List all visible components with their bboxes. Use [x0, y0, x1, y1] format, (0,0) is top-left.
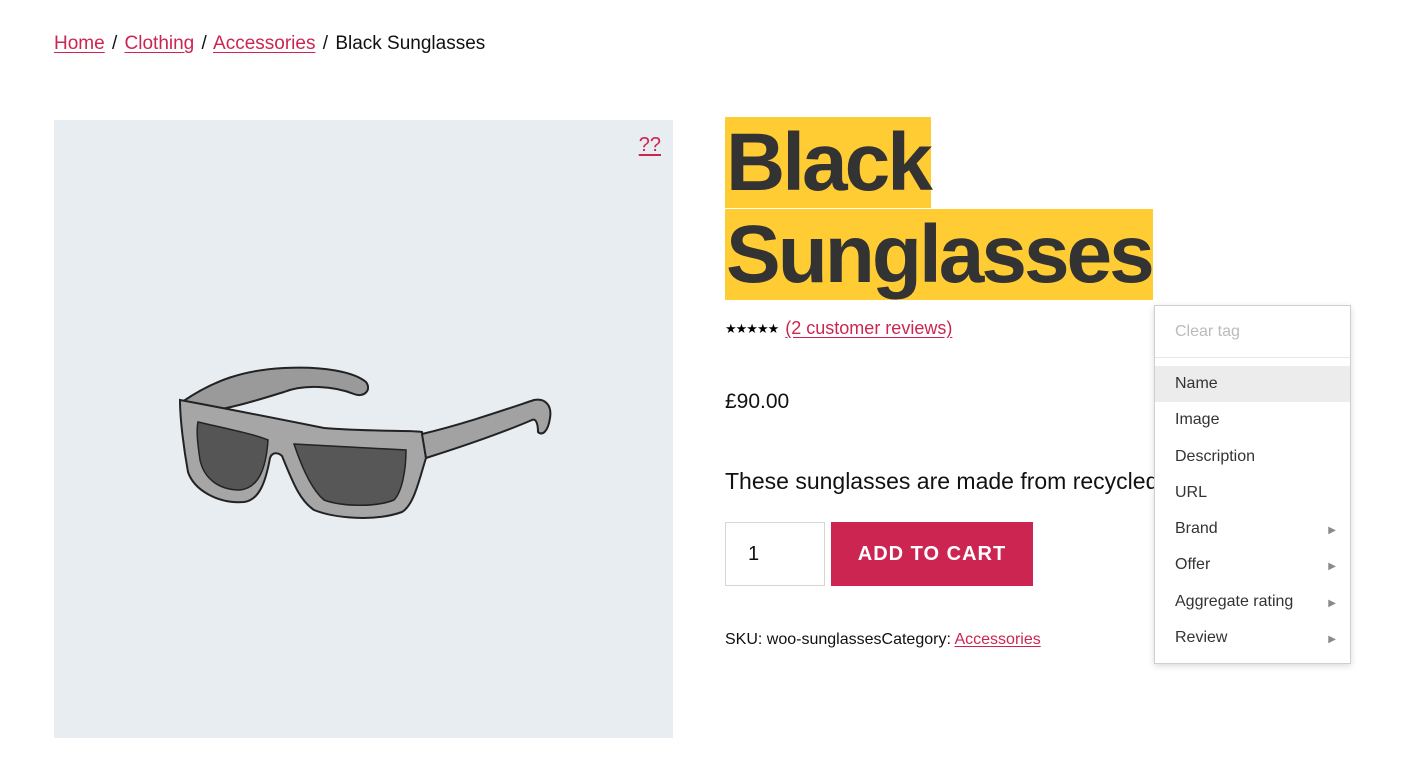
menu-item-label: Image — [1175, 411, 1220, 429]
sku-value: woo-sunglasses — [766, 631, 882, 648]
product-price: £90.00 — [725, 390, 790, 413]
breadcrumb-accessories-link[interactable]: Accessories — [213, 33, 315, 54]
breadcrumb-current: Black Sunglasses — [335, 33, 486, 54]
breadcrumb-home-link[interactable]: Home — [54, 33, 105, 54]
sku-label: SKU: — [725, 631, 763, 648]
product-meta: SKU: woo-sunglassesCategory: Accessories — [725, 631, 1041, 649]
customer-reviews-link[interactable]: (2 customer reviews) — [785, 318, 952, 339]
menu-item-label: Name — [1175, 375, 1218, 392]
menu-item-image[interactable]: Image — [1155, 402, 1350, 438]
gallery-zoom-trigger[interactable]: ?? — [639, 134, 661, 157]
menu-item-label: Description — [1175, 447, 1256, 465]
breadcrumb: Home / Clothing / Accessories / Black Su… — [54, 33, 485, 55]
menu-item-name[interactable]: Name — [1155, 366, 1350, 403]
menu-item-label: Review — [1175, 629, 1228, 647]
category-label: Category: — [881, 631, 951, 648]
menu-item-description[interactable]: Description — [1155, 439, 1350, 475]
product-rating: ★★★★★ (2 customer reviews) — [725, 318, 952, 339]
category-link[interactable]: Accessories — [954, 631, 1040, 648]
breadcrumb-separator: / — [201, 33, 207, 54]
breadcrumb-clothing-link[interactable]: Clothing — [125, 33, 195, 54]
submenu-arrow-icon: ▶ — [1328, 634, 1336, 646]
product-title: Black Sunglasses — [725, 117, 1155, 301]
submenu-arrow-icon: ▶ — [1328, 525, 1336, 537]
add-to-cart-button[interactable]: ADD TO CART — [831, 522, 1033, 586]
product-image-sunglasses[interactable] — [174, 340, 554, 520]
product-short-description: These sunglasses are made from recycled — [725, 468, 1159, 494]
breadcrumb-separator: / — [322, 33, 329, 54]
menu-item-label: Brand — [1175, 520, 1218, 538]
menu-item-label: URL — [1175, 483, 1208, 501]
submenu-arrow-icon: ▶ — [1328, 597, 1336, 609]
product-title-line1: Black — [725, 117, 933, 208]
menu-item-aggregate-rating[interactable]: Aggregate rating ▶ — [1155, 584, 1350, 620]
star-rating-icon: ★★★★★ — [725, 320, 779, 336]
menu-item-review[interactable]: Review ▶ — [1155, 620, 1350, 656]
product-title-line2: Sunglasses — [725, 209, 1155, 300]
breadcrumb-separator: / — [111, 33, 118, 54]
submenu-arrow-icon: ▶ — [1328, 561, 1336, 573]
add-to-cart-form: ADD TO CART — [725, 522, 1033, 586]
product-gallery: ?? — [54, 120, 673, 738]
quantity-input[interactable] — [725, 522, 825, 586]
menu-item-label: Aggregate rating — [1175, 592, 1294, 610]
schema-tag-context-menu: Clear tag Name Image Description URL Bra… — [1154, 305, 1351, 664]
menu-item-url[interactable]: URL — [1155, 475, 1350, 511]
menu-item-clear-tag[interactable]: Clear tag — [1155, 306, 1350, 358]
menu-item-label: Offer — [1175, 556, 1211, 574]
menu-item-brand[interactable]: Brand ▶ — [1155, 511, 1350, 547]
menu-item-offer[interactable]: Offer ▶ — [1155, 547, 1350, 583]
